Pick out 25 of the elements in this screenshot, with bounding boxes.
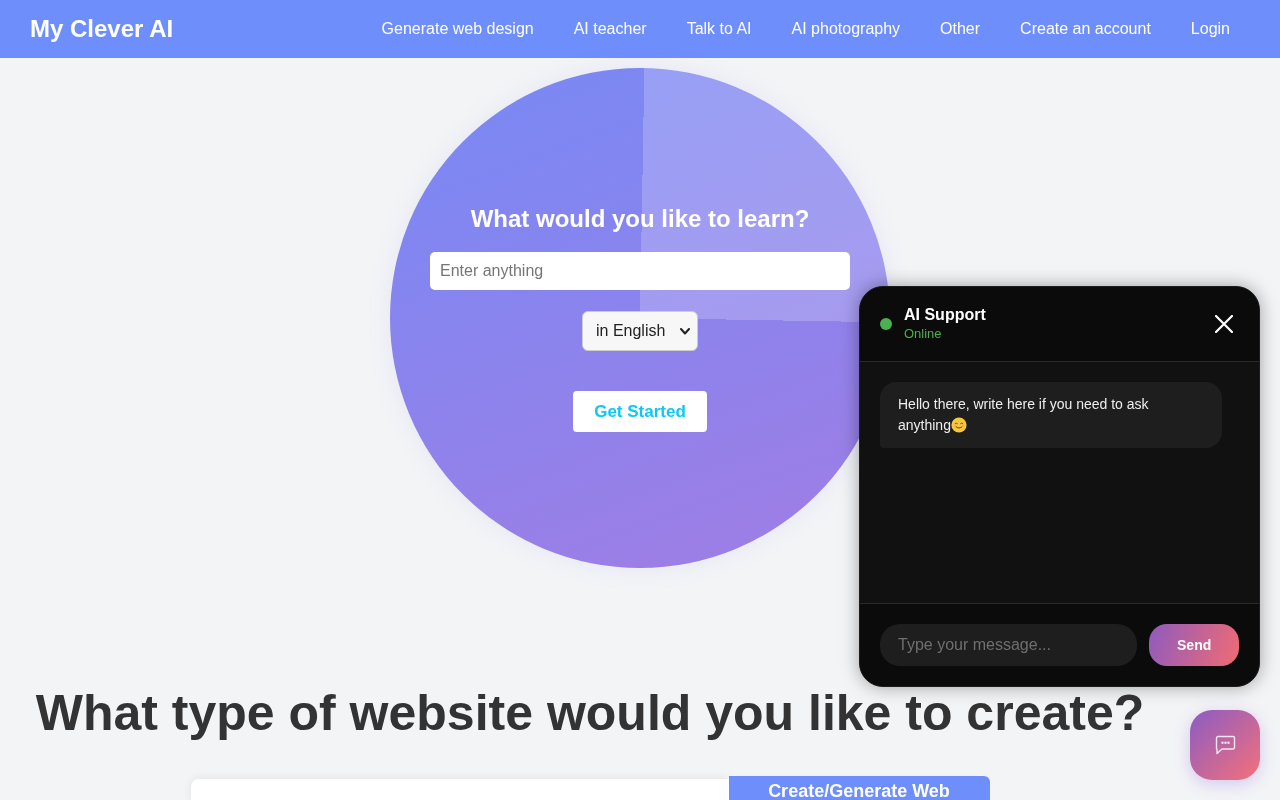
get-started-button[interactable]: Get Started — [573, 391, 707, 432]
nav-link[interactable]: AI teacher — [553, 17, 667, 41]
chat-launcher-button[interactable] — [1190, 710, 1260, 780]
close-icon — [1215, 315, 1233, 333]
topic-input[interactable]: Enter anything — [430, 252, 850, 290]
send-button[interactable]: Send — [1149, 624, 1239, 666]
chevron-down-icon — [680, 327, 690, 335]
nav-link[interactable]: Login — [1170, 17, 1250, 41]
nav-link[interactable]: Create an account — [1000, 17, 1171, 41]
nav-link[interactable]: Generate web design — [361, 17, 554, 41]
website-description-field[interactable] — [190, 779, 729, 800]
chat-bubble-icon — [1214, 735, 1236, 755]
site-logo[interactable]: My Clever AI — [30, 11, 174, 47]
language-select[interactable]: in English — [582, 311, 698, 351]
nav-link[interactable]: AI photography — [771, 17, 921, 41]
chat-status: Online — [904, 325, 942, 343]
nav-link[interactable]: Other — [920, 17, 1001, 41]
close-button[interactable] — [1215, 315, 1233, 333]
section-heading: What type of website would you like to create? — [35, 688, 1145, 738]
nav-link[interactable]: Talk to AI — [666, 17, 772, 41]
message-text: Hello there, write here if you need to ask anything — [898, 396, 1149, 433]
chat-title: AI Support — [904, 305, 986, 325]
hero-heading: What would you like to learn? — [470, 204, 810, 234]
create-website-button[interactable]: Create/Generate Web — [728, 776, 990, 800]
message-input[interactable]: Type your message... — [880, 624, 1138, 666]
